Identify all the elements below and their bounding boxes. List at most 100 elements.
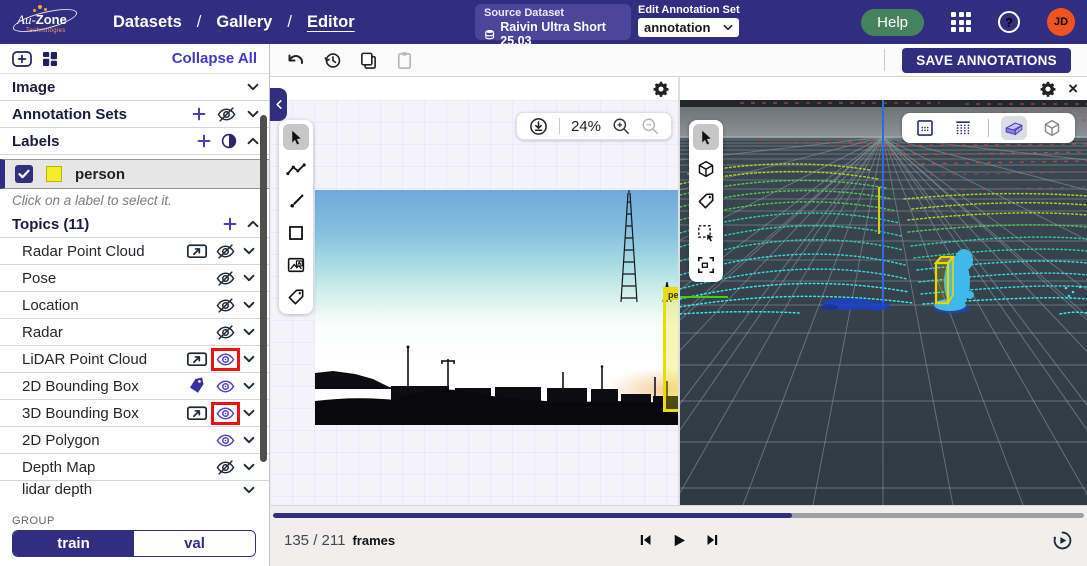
tag-icon[interactable]	[186, 375, 207, 396]
screenshare-icon[interactable]	[186, 405, 208, 422]
sidebar-scrollbar[interactable]	[260, 115, 267, 462]
nav-editor[interactable]: Editor	[307, 13, 355, 32]
paste-icon[interactable]	[395, 51, 414, 70]
annotation-set-select[interactable]: annotation	[638, 18, 739, 37]
cube-view-icon[interactable]	[1039, 116, 1065, 140]
top-view-icon[interactable]	[912, 116, 938, 140]
polyline-tool[interactable]	[283, 156, 309, 182]
gear-icon[interactable]	[1040, 81, 1056, 97]
group-val-button[interactable]: val	[134, 531, 255, 556]
section-labels[interactable]: Labels	[0, 128, 269, 155]
fit-frame-tool[interactable]	[693, 252, 719, 278]
eye-off-icon[interactable]	[216, 106, 237, 123]
chevron-up-icon[interactable]	[247, 137, 259, 145]
contrast-icon[interactable]	[221, 133, 237, 149]
collapse-all-button[interactable]: Collapse All	[172, 50, 257, 67]
topic-row-lidar-depth[interactable]: lidar depth	[0, 481, 269, 498]
chevron-up-icon[interactable]	[247, 220, 259, 228]
chevron-down-icon[interactable]	[243, 355, 255, 363]
help-button[interactable]: Help	[861, 8, 924, 36]
help-circle-icon[interactable]: ?	[998, 11, 1020, 33]
grid-view-icon[interactable]	[950, 116, 976, 140]
eye-icon[interactable]	[215, 351, 236, 368]
save-annotations-button[interactable]: SAVE ANNOTATIONS	[902, 47, 1071, 73]
chevron-down-icon[interactable]	[243, 409, 255, 417]
gear-icon[interactable]	[653, 81, 669, 97]
zoom-out-icon[interactable]	[641, 117, 659, 135]
topic-row-radar-point-cloud[interactable]: Radar Point Cloud	[0, 238, 269, 265]
autoplay-loop-icon[interactable]	[1052, 530, 1073, 551]
logo-dot-icon	[44, 8, 47, 11]
close-icon[interactable]: ×	[1068, 80, 1078, 97]
app-logo[interactable]: Au-Zone Technologies	[10, 3, 88, 41]
chevron-down-icon[interactable]	[247, 110, 259, 118]
select-tool[interactable]	[693, 124, 719, 150]
select-tool[interactable]	[283, 124, 309, 150]
eye-off-icon[interactable]	[215, 243, 236, 260]
label-checkbox[interactable]	[15, 165, 33, 183]
label-row-person[interactable]: person	[0, 159, 269, 189]
chevron-down-icon[interactable]	[243, 274, 255, 282]
topic-row-lidar-point-cloud[interactable]: LiDAR Point Cloud	[0, 346, 269, 373]
layout-dashboard-icon[interactable]	[42, 51, 58, 67]
chevron-down-icon[interactable]	[247, 83, 259, 91]
perspective-view-icon[interactable]	[1001, 116, 1027, 140]
group-train-button[interactable]: train	[13, 531, 134, 556]
eye-icon[interactable]	[215, 378, 236, 395]
topic-row-pose[interactable]: Pose	[0, 265, 269, 292]
plus-icon[interactable]	[223, 217, 237, 231]
nav-separator: /	[196, 12, 202, 31]
eye-icon[interactable]	[215, 432, 236, 449]
nav-gallery[interactable]: Gallery	[216, 13, 272, 32]
brush-tool[interactable]	[283, 188, 309, 214]
tag-tool[interactable]	[693, 188, 719, 214]
topic-row-2d-bounding-box[interactable]: 2D Bounding Box	[0, 373, 269, 400]
topic-row-2d-polygon[interactable]: 2D Polygon	[0, 427, 269, 454]
source-dataset-label: Source Dataset	[484, 7, 565, 19]
section-topics[interactable]: Topics (11)	[0, 211, 269, 238]
2d-bounding-box-person[interactable]: pe	[663, 287, 678, 412]
chevron-down-icon[interactable]	[243, 382, 255, 390]
apps-grid-icon[interactable]	[951, 12, 971, 32]
plus-icon[interactable]	[192, 107, 206, 121]
nav-datasets[interactable]: Datasets	[113, 13, 182, 32]
marquee-select-tool[interactable]	[693, 220, 719, 246]
section-annotation-sets[interactable]: Annotation Sets	[0, 101, 269, 128]
chevron-down-icon[interactable]	[243, 486, 255, 494]
plus-icon[interactable]	[197, 134, 211, 148]
eye-off-icon[interactable]	[215, 297, 236, 314]
chevron-down-icon[interactable]	[243, 436, 255, 444]
fit-view-icon[interactable]	[529, 117, 548, 136]
undo-icon[interactable]	[286, 52, 306, 68]
user-avatar[interactable]: JD	[1047, 8, 1075, 36]
topic-row-radar[interactable]: Radar	[0, 319, 269, 346]
eye-off-icon[interactable]	[215, 459, 236, 476]
chevron-down-icon[interactable]	[243, 463, 255, 471]
add-annotation-button[interactable]	[12, 51, 32, 67]
eye-icon[interactable]	[215, 405, 236, 422]
history-icon[interactable]	[323, 51, 342, 70]
rectangle-tool[interactable]	[283, 220, 309, 246]
panel-collapse-tab[interactable]	[270, 88, 287, 121]
zoom-in-icon[interactable]	[612, 117, 630, 135]
topic-row-depth-map[interactable]: Depth Map	[0, 454, 269, 481]
section-image[interactable]: Image	[0, 74, 269, 101]
previous-frame-icon[interactable]	[638, 533, 652, 547]
screenshare-icon[interactable]	[186, 243, 208, 260]
screenshare-icon[interactable]	[186, 351, 208, 368]
tag-tool[interactable]	[283, 284, 309, 310]
chevron-down-icon[interactable]	[243, 328, 255, 336]
cube-tool[interactable]	[693, 156, 719, 182]
source-dataset-chip[interactable]: Source Dataset Raivin Ultra Short 25.03	[475, 4, 631, 48]
chevron-down-icon[interactable]	[243, 301, 255, 309]
copy-icon[interactable]	[359, 51, 378, 70]
eye-off-icon[interactable]	[215, 324, 236, 341]
next-frame-icon[interactable]	[705, 533, 719, 547]
eye-off-icon[interactable]	[215, 270, 236, 287]
chevron-down-icon[interactable]	[243, 247, 255, 255]
topic-row-3d-bounding-box[interactable]: 3D Bounding Box	[0, 400, 269, 427]
label-hint-text: Click on a label to select it.	[12, 192, 172, 208]
auto-label-image-tool[interactable]	[283, 252, 309, 278]
topic-row-location[interactable]: Location	[0, 292, 269, 319]
play-icon[interactable]	[671, 533, 686, 548]
